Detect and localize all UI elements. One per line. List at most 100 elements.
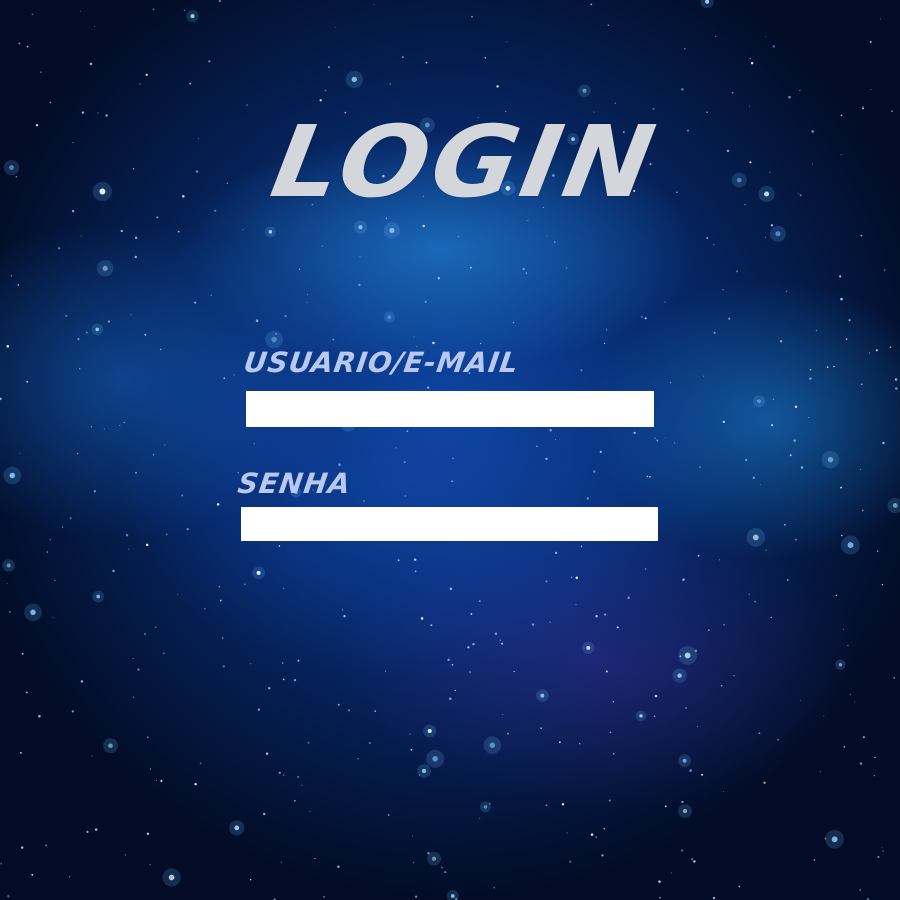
star [278,545,281,547]
star [664,805,667,808]
star [314,857,316,860]
star [156,780,157,782]
star [406,430,409,433]
star [293,678,297,682]
star [605,670,608,673]
star [682,578,685,582]
star [199,762,202,765]
star [69,517,72,520]
star-glow [887,497,900,514]
star [145,543,149,547]
star-glow [24,603,42,622]
star [644,568,647,570]
star [889,346,892,348]
star [522,267,525,271]
star [680,849,684,852]
star [86,830,89,834]
star [722,420,725,424]
star [454,689,456,691]
star-glow [417,764,431,778]
star [341,609,344,611]
star [714,36,716,37]
star-glow [353,220,368,234]
star [580,369,583,372]
star [26,45,29,48]
star [267,686,271,690]
star [859,889,862,891]
star [764,236,767,238]
star [89,62,93,66]
star [656,439,659,442]
star [301,784,303,786]
star [425,61,428,64]
star [427,851,430,855]
star [297,775,300,778]
star [467,646,470,649]
star [595,836,598,838]
star [26,380,29,383]
star [420,617,424,620]
star [772,398,774,400]
username-input[interactable] [246,391,654,427]
star [123,421,125,424]
star [765,549,767,551]
password-input[interactable] [241,507,658,541]
star [531,623,535,626]
star [358,283,361,287]
star [494,632,498,635]
star-glow [835,659,846,670]
star [134,255,138,259]
star [46,551,49,553]
star [654,694,658,698]
star [208,60,211,63]
star [547,235,548,237]
star [413,336,415,338]
star [49,101,52,104]
star [444,871,447,874]
star-glow [582,641,595,655]
star-glow [92,590,105,603]
star [654,437,656,439]
star-glow [821,451,840,469]
star [389,83,391,85]
star [321,245,323,247]
star [786,579,789,581]
star [54,579,56,581]
star [90,426,93,428]
star [884,269,886,271]
star-glow [103,738,118,754]
star [77,453,79,455]
star [219,599,222,602]
star [815,329,818,332]
star [218,0,221,3]
star [874,756,876,759]
star-glow [383,311,395,323]
star [283,587,285,589]
star-glow [746,528,766,547]
star [125,854,127,856]
star [674,442,675,444]
star [0,397,2,401]
star [566,267,568,269]
star [470,613,473,615]
star [706,236,709,239]
star [697,554,700,557]
star [120,229,123,233]
star [644,317,647,320]
star-glow [186,9,199,23]
star [839,275,842,278]
password-label: SENHA [235,467,354,500]
star [499,639,501,641]
star [31,873,34,876]
star [840,486,842,489]
star [327,66,330,69]
page-title: LOGIN [263,104,667,220]
star [9,611,11,613]
star [62,526,64,528]
star [580,545,583,548]
star [424,300,427,303]
star [307,741,310,744]
star [451,480,454,483]
star [777,738,779,741]
star [882,850,884,852]
